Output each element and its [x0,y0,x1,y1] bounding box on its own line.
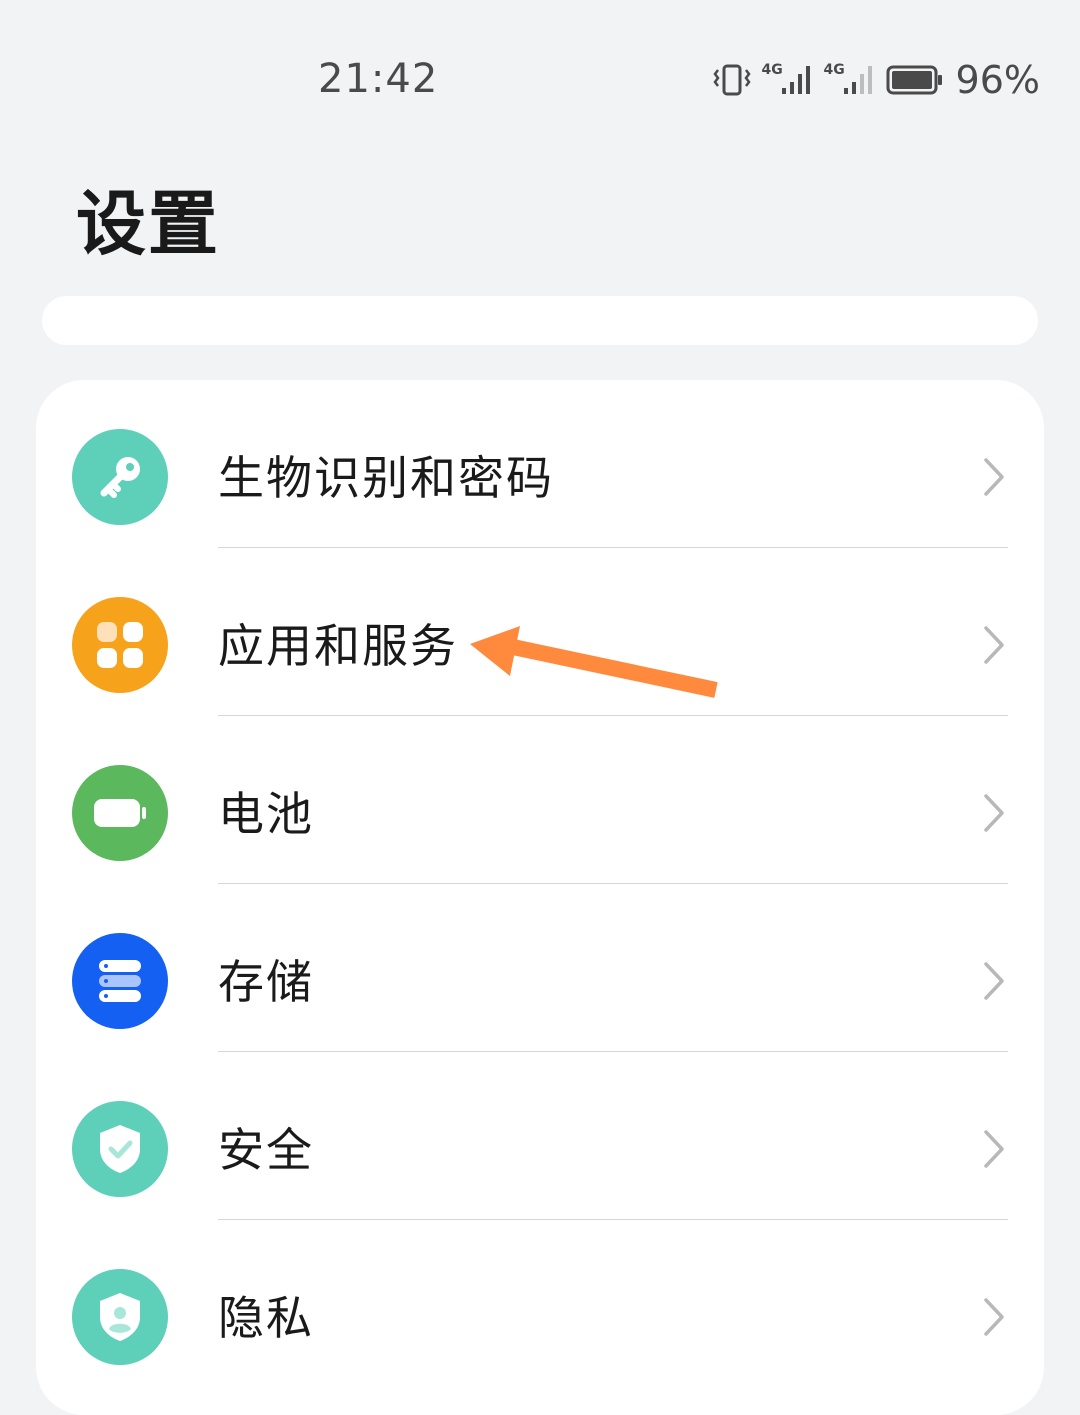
battery-icon [886,65,942,95]
settings-item-storage[interactable]: 存储 [36,884,1044,1052]
shield-check-icon [72,1101,168,1197]
page-title: 设置 [76,183,220,265]
vibrate-icon [712,64,751,96]
settings-item-label: 隐私 [218,1291,314,1345]
apps-grid-icon [72,597,168,693]
search-bar[interactable] [42,296,1038,345]
signal-4g-icon: 4G [762,62,814,98]
settings-item-battery[interactable]: 电池 [36,716,1044,884]
chevron-right-icon [984,626,1004,664]
chevron-right-icon [984,962,1004,1000]
settings-list: 生物识别和密码 应用和服务 电池 存储 安全 隐私 [36,380,1044,1415]
status-time: 21:42 [318,56,439,102]
status-bar: 21:42 4G 4G 96% [0,0,1080,130]
settings-item-security[interactable]: 安全 [36,1052,1044,1220]
settings-item-label: 存储 [218,955,314,1009]
status-icons: 4G 4G 96% [712,58,1040,102]
storage-icon [72,933,168,1029]
settings-item-biometrics-password[interactable]: 生物识别和密码 [36,380,1044,548]
chevron-right-icon [984,1130,1004,1168]
settings-item-label: 电池 [218,787,314,841]
battery-percent: 96% [955,58,1040,102]
chevron-right-icon [984,794,1004,832]
settings-item-label: 应用和服务 [218,619,458,673]
chevron-right-icon [984,458,1004,496]
privacy-shield-icon [72,1269,168,1365]
chevron-right-icon [984,1298,1004,1336]
settings-item-label: 安全 [218,1123,314,1177]
key-icon [72,429,168,525]
settings-item-privacy[interactable]: 隐私 [36,1220,1044,1388]
signal-4g-icon: 4G [824,62,876,98]
settings-item-apps-services[interactable]: 应用和服务 [36,548,1044,716]
battery-icon [72,765,168,861]
settings-item-label: 生物识别和密码 [218,451,554,505]
